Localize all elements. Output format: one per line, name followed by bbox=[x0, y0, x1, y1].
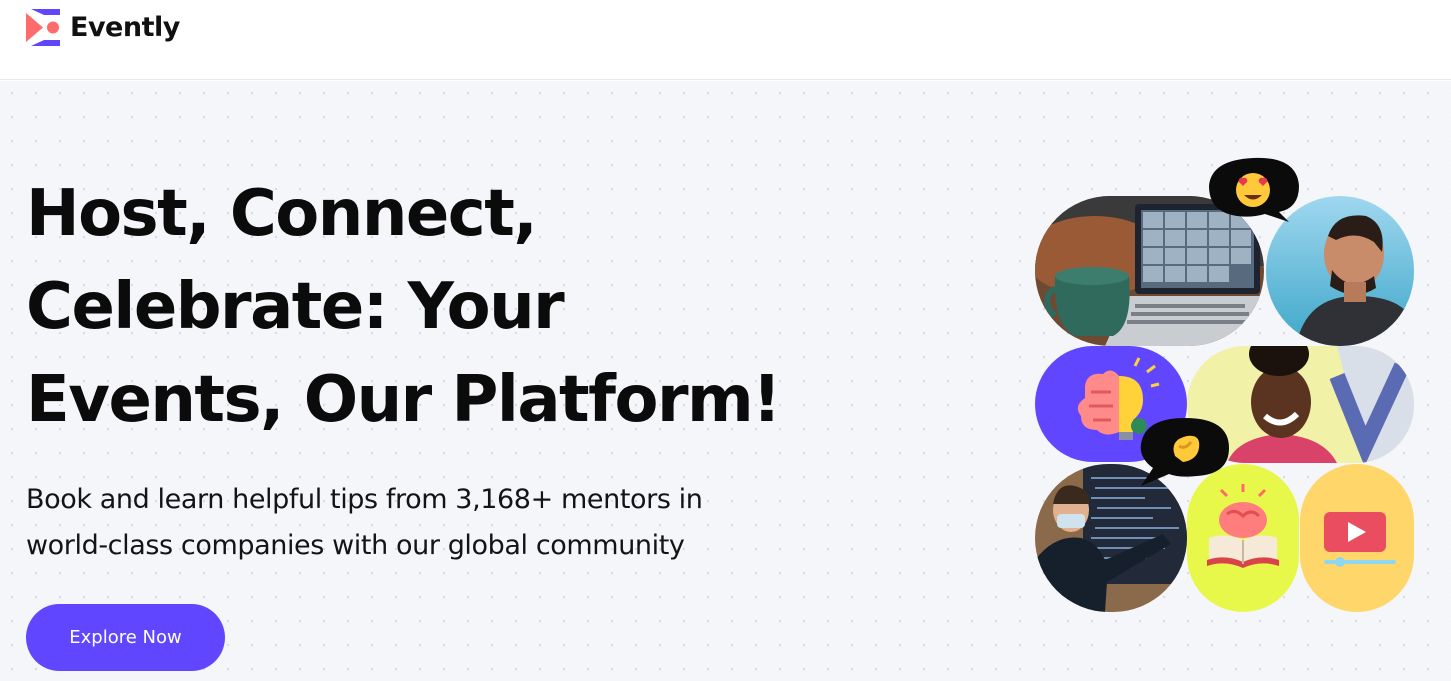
site-header: Evently bbox=[0, 0, 1451, 80]
hero-section: Host, Connect, Celebrate: Your Events, O… bbox=[0, 81, 1451, 681]
hero-subtitle-line: Book and learn helpful tips from 3,168+ … bbox=[26, 484, 703, 515]
heart-eyes-emoji-bubble bbox=[1207, 156, 1301, 222]
hero-title-line: Events, Our Platform! bbox=[26, 363, 781, 437]
hero-title-line: Celebrate: Your bbox=[26, 270, 565, 344]
brand-name: Evently bbox=[70, 12, 180, 43]
pinching-hand-emoji-icon bbox=[1140, 418, 1229, 486]
explore-now-button[interactable]: Explore Now bbox=[26, 604, 225, 671]
hero-title-line: Host, Connect, bbox=[26, 177, 538, 251]
hero-title: Host, Connect, Celebrate: Your Events, O… bbox=[26, 168, 846, 447]
hero-subtitle-line: world-class companies with our global co… bbox=[26, 530, 685, 561]
heart-eyes-emoji-icon bbox=[1209, 157, 1299, 222]
brand-logo-link[interactable]: Evently bbox=[26, 9, 180, 46]
pinching-hand-emoji-bubble bbox=[1135, 416, 1231, 488]
video-player-illustration bbox=[1300, 464, 1414, 612]
hero-collage bbox=[1035, 153, 1419, 623]
evently-logo-icon bbox=[26, 9, 60, 46]
hero-subtitle: Book and learn helpful tips from 3,168+ … bbox=[26, 477, 826, 569]
